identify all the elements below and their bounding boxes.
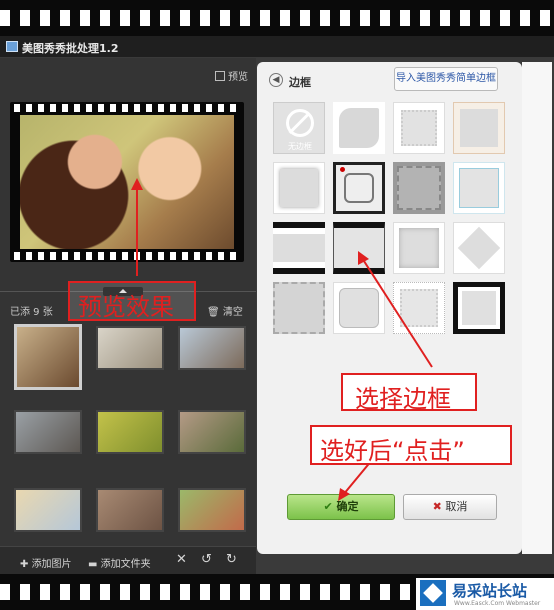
- app-icon: [6, 41, 18, 52]
- right-panel: ◀ 边框 导入美图秀秀简单边框 无边框 ✔ 确定 ✖ 取消: [256, 58, 554, 574]
- add-folder-button[interactable]: ▬ 添加文件夹: [88, 555, 151, 570]
- preview-button[interactable]: 预览: [215, 68, 248, 83]
- annotation-choose-frame: 选择边框: [355, 385, 451, 413]
- logo-icon: [420, 580, 446, 606]
- frame-option-8[interactable]: [453, 162, 505, 214]
- watermark-logo: 易采站长站 Www.Easck.Com Webmaster: [416, 578, 554, 610]
- clear-button[interactable]: 🗑 清空: [207, 303, 243, 318]
- clear-label: 清空: [222, 307, 243, 318]
- film-strip-top: [0, 0, 554, 36]
- watermark-url: Www.Easck.Com Webmaster: [454, 600, 541, 607]
- frame-option-10[interactable]: [333, 222, 385, 274]
- preview-icon: [215, 71, 225, 81]
- thumbnail-8[interactable]: [96, 488, 164, 532]
- annotation-box-frame: 选择边框: [341, 373, 477, 413]
- plus-icon: ✚: [20, 559, 32, 570]
- thumbnail-3[interactable]: [178, 326, 246, 370]
- thumbnail-4[interactable]: [14, 410, 82, 454]
- annotation-box-click: 选好后“点击”: [310, 425, 512, 465]
- frame-none[interactable]: 无边框: [273, 102, 325, 154]
- thumbnail-9[interactable]: [178, 488, 246, 532]
- ok-label: 确定: [336, 500, 359, 513]
- folder-icon: ▬: [88, 559, 101, 570]
- annotation-after-click: 选好后“点击”: [320, 437, 465, 465]
- trash-icon: 🗑: [207, 307, 220, 318]
- rotate-right-icon[interactable]: ↻: [226, 552, 237, 567]
- frame-option-3[interactable]: [393, 102, 445, 154]
- preview-film-frame: [10, 102, 244, 262]
- panel-scroll-area[interactable]: [522, 62, 552, 554]
- thumbnail-5[interactable]: [96, 410, 164, 454]
- window-title: 美图秀秀批处理1.2: [22, 42, 119, 55]
- thumbnail-7[interactable]: [14, 488, 82, 532]
- rotate-left-icon[interactable]: ↺: [201, 552, 212, 567]
- frame-option-9[interactable]: [273, 222, 325, 274]
- frame-option-4[interactable]: [453, 102, 505, 154]
- annotation-preview-effect: 预览效果: [78, 293, 174, 321]
- preview-image: [20, 115, 234, 249]
- bottom-toolbar: ✚ 添加图片 ▬ 添加文件夹 ✕ ↺ ↻: [0, 546, 256, 574]
- frame-option-2[interactable]: [333, 102, 385, 154]
- panel-title: 边框: [289, 76, 311, 89]
- thumbnail-1[interactable]: [14, 324, 82, 390]
- cancel-icon: ✖: [432, 500, 446, 513]
- frame-panel: ◀ 边框 导入美图秀秀简单边框 无边框 ✔ 确定 ✖ 取消: [257, 62, 522, 554]
- cancel-button[interactable]: ✖ 取消: [403, 494, 497, 520]
- import-frames-button[interactable]: 导入美图秀秀简单边框: [394, 67, 498, 91]
- frame-option-11[interactable]: [393, 222, 445, 274]
- add-folder-label: 添加文件夹: [100, 559, 151, 570]
- back-icon[interactable]: ◀: [269, 73, 283, 87]
- image-count: 已添 9 张: [10, 307, 53, 318]
- no-frame-label: 无边框: [288, 142, 312, 151]
- frame-option-15[interactable]: [393, 282, 445, 334]
- delete-icon[interactable]: ✕: [176, 552, 187, 567]
- frame-option-13[interactable]: [273, 282, 325, 334]
- thumbnail-6[interactable]: [178, 410, 246, 454]
- watermark-name: 易采站长站: [452, 582, 528, 600]
- add-image-label: 添加图片: [31, 559, 72, 570]
- frame-option-14[interactable]: [333, 282, 385, 334]
- frame-option-5[interactable]: [273, 162, 325, 214]
- thumbnail-2[interactable]: [96, 326, 164, 370]
- frame-option-7[interactable]: [393, 162, 445, 214]
- annotation-box-preview: 预览效果: [68, 281, 196, 321]
- frame-option-16[interactable]: [453, 282, 505, 334]
- check-icon: ✔: [323, 500, 337, 513]
- frame-option-6[interactable]: [333, 162, 385, 214]
- cancel-label: 取消: [445, 500, 468, 513]
- preview-label: 预览: [228, 72, 248, 83]
- frame-option-12[interactable]: [453, 222, 505, 274]
- title-bar: 美图秀秀批处理1.2: [0, 36, 554, 58]
- add-image-button[interactable]: ✚ 添加图片: [20, 555, 72, 570]
- ok-button[interactable]: ✔ 确定: [287, 494, 395, 520]
